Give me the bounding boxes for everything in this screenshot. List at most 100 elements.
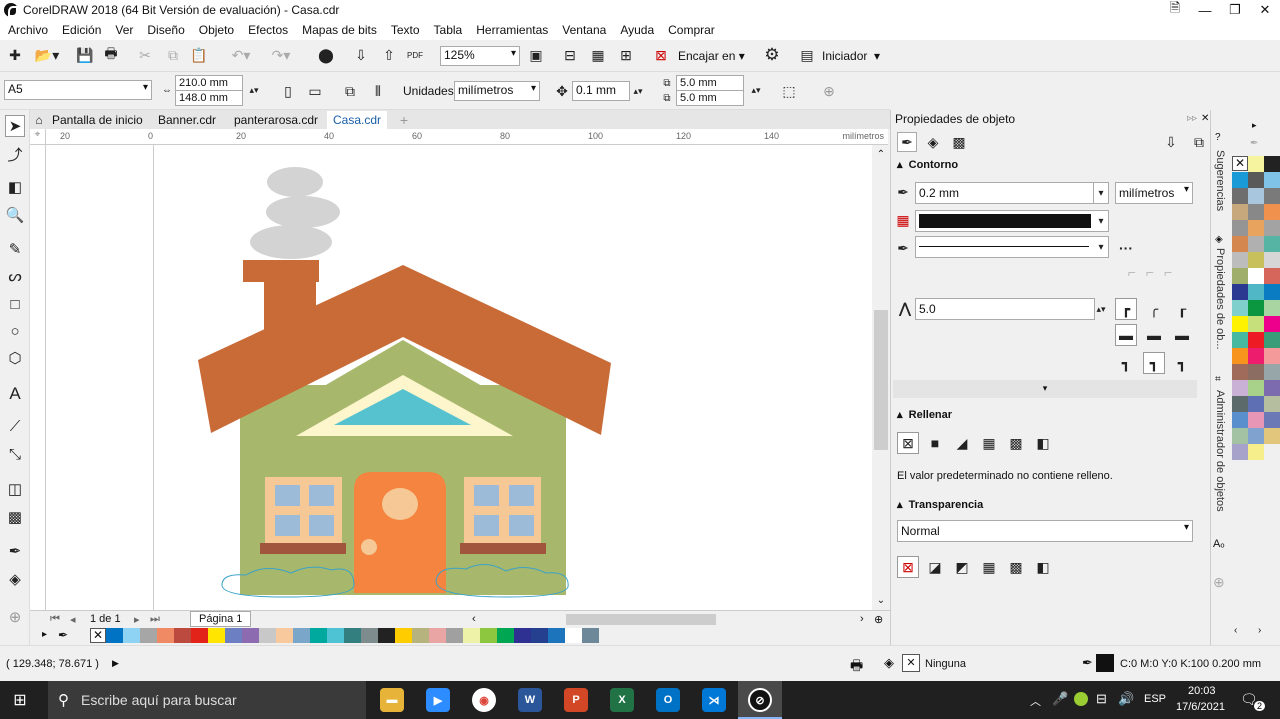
color-swatch[interactable] bbox=[1248, 172, 1264, 188]
color-swatch[interactable] bbox=[1264, 380, 1280, 396]
color-swatch[interactable] bbox=[1248, 380, 1264, 396]
color-swatch[interactable] bbox=[1264, 412, 1280, 428]
minimize-button[interactable]: — bbox=[1190, 0, 1220, 20]
panel-import-icon[interactable]: ⇩ bbox=[1161, 132, 1181, 152]
export-icon[interactable]: ⇧ bbox=[380, 46, 398, 64]
volume-icon[interactable]: 🔊 bbox=[1118, 691, 1134, 707]
menu-item-ventana[interactable]: Ventana bbox=[554, 23, 612, 37]
docker-tab-hints[interactable]: Sugerencias bbox=[1214, 150, 1226, 211]
zoom-app-icon[interactable]: ▶ bbox=[426, 688, 450, 712]
color-swatch[interactable] bbox=[1232, 172, 1248, 188]
crop-tool-icon[interactable]: ◧ bbox=[5, 176, 25, 198]
color-swatch[interactable] bbox=[1232, 380, 1248, 396]
color-swatch[interactable] bbox=[1264, 332, 1280, 348]
color-swatch[interactable] bbox=[565, 628, 582, 643]
line-style-select[interactable] bbox=[915, 236, 1109, 258]
clock-time[interactable]: 20:03 bbox=[1188, 685, 1216, 697]
scroll-up-icon[interactable]: ⌃ bbox=[874, 147, 888, 161]
color-swatch[interactable] bbox=[1264, 188, 1280, 204]
color-swatch[interactable] bbox=[1232, 220, 1248, 236]
color-swatch[interactable] bbox=[1248, 396, 1264, 412]
color-swatch[interactable] bbox=[1232, 396, 1248, 412]
color-swatch[interactable] bbox=[310, 628, 327, 643]
color-swatch[interactable] bbox=[293, 628, 310, 643]
cap-butt-icon[interactable]: ▬ bbox=[1115, 324, 1137, 346]
hscroll-left-icon[interactable]: ‹ bbox=[472, 613, 476, 625]
color-swatch[interactable] bbox=[106, 628, 123, 643]
hscroll-thumb[interactable] bbox=[566, 614, 716, 625]
color-swatch[interactable] bbox=[157, 628, 174, 643]
horizontal-ruler[interactable]: 20 0 20 40 60 80 100 120 140 milímetros bbox=[46, 129, 888, 145]
clock-date[interactable]: 17/6/2021 bbox=[1176, 701, 1225, 713]
file-explorer-icon[interactable]: ▬ bbox=[380, 688, 404, 712]
color-swatch[interactable] bbox=[1264, 172, 1280, 188]
color-swatch[interactable] bbox=[1232, 412, 1248, 428]
menu-item-archivo[interactable]: Archivo bbox=[0, 23, 54, 37]
fill-section-header[interactable]: ▴ Rellenar bbox=[897, 408, 952, 421]
fill-tab-icon[interactable]: ◈ bbox=[923, 132, 943, 152]
color-swatch[interactable] bbox=[208, 628, 225, 643]
zoom-corner-icon[interactable]: ⊕ bbox=[874, 613, 883, 626]
color-swatch[interactable] bbox=[1232, 204, 1248, 220]
artistic-media-icon[interactable]: ᔕ bbox=[5, 265, 25, 287]
color-swatch[interactable] bbox=[1264, 156, 1280, 172]
menu-item-edición[interactable]: Edición bbox=[54, 23, 107, 37]
color-swatch[interactable] bbox=[1264, 396, 1280, 412]
cap-round-icon[interactable]: ▬ bbox=[1143, 324, 1165, 346]
close-button[interactable]: ✕ bbox=[1250, 0, 1280, 20]
color-swatch[interactable] bbox=[1232, 332, 1248, 348]
next-page-icon[interactable]: ▸ bbox=[134, 613, 140, 626]
last-page-icon[interactable]: ⏭ bbox=[150, 613, 160, 626]
color-swatch[interactable] bbox=[480, 628, 497, 643]
color-swatch[interactable] bbox=[1264, 428, 1280, 444]
color-swatch[interactable] bbox=[378, 628, 395, 643]
color-swatch[interactable] bbox=[1232, 444, 1248, 460]
treat-as-filled-icon[interactable]: ⬚ bbox=[778, 80, 800, 102]
add-preset-icon[interactable]: ⊕ bbox=[818, 80, 840, 102]
color-swatch[interactable] bbox=[514, 628, 531, 643]
chimney-cap[interactable] bbox=[243, 260, 319, 282]
nudge-input[interactable]: 0.1 mm bbox=[572, 81, 630, 101]
outline-color-swatch[interactable] bbox=[1096, 654, 1114, 672]
menu-item-comprar[interactable]: Comprar bbox=[660, 23, 721, 37]
tab-banner[interactable]: Banner.cdr bbox=[152, 111, 222, 129]
color-swatch[interactable] bbox=[1264, 284, 1280, 300]
color-swatch[interactable] bbox=[1264, 236, 1280, 252]
color-swatch[interactable] bbox=[242, 628, 259, 643]
color-swatch[interactable] bbox=[1232, 316, 1248, 332]
snap-to-icon[interactable]: ⊠ bbox=[652, 46, 670, 64]
postscript-fill-icon[interactable]: ◧ bbox=[1032, 432, 1054, 454]
import-icon[interactable]: ⇩ bbox=[352, 46, 370, 64]
ellipse-tool-icon[interactable]: ○ bbox=[5, 320, 25, 342]
corner-round-icon[interactable]: ╭ bbox=[1143, 298, 1165, 320]
color-swatch[interactable] bbox=[1264, 252, 1280, 268]
house-drawing[interactable] bbox=[46, 145, 872, 610]
grid-icon[interactable]: ▦ bbox=[588, 46, 608, 64]
menu-item-herramientas[interactable]: Herramientas bbox=[468, 23, 554, 37]
menu-item-ayuda[interactable]: Ayuda bbox=[612, 23, 660, 37]
color-swatch[interactable] bbox=[1264, 204, 1280, 220]
word-icon[interactable]: W bbox=[518, 688, 542, 712]
fountain-transparency-icon[interactable]: ◩ bbox=[951, 556, 973, 578]
options-gear-icon[interactable]: ⚙ bbox=[762, 45, 782, 65]
tab-casa[interactable]: Casa.cdr bbox=[327, 111, 388, 129]
page-size-select[interactable]: A5 bbox=[4, 80, 152, 100]
color-swatch[interactable] bbox=[1248, 204, 1264, 220]
transparency-section-header[interactable]: ▴ Transparencia bbox=[897, 498, 983, 511]
line-style-dropdown[interactable]: ▾ bbox=[1093, 236, 1109, 258]
cap-style-icons[interactable]: ⌐⌐⌐ bbox=[1115, 262, 1195, 282]
page-height-input[interactable]: 148.0 mm bbox=[175, 90, 243, 106]
corner-bevel-icon[interactable]: ┎ bbox=[1171, 298, 1193, 320]
restore-button[interactable]: ❐ bbox=[1220, 0, 1250, 20]
drawing-canvas[interactable] bbox=[46, 145, 872, 610]
vscode-icon[interactable]: ⋊ bbox=[702, 688, 726, 712]
portrait-icon[interactable]: ▯ bbox=[280, 81, 296, 101]
vertical-scrollbar[interactable]: ⌃ ⌄ bbox=[872, 145, 890, 610]
color-swatch[interactable] bbox=[1264, 316, 1280, 332]
chrome-icon[interactable]: ◉ bbox=[472, 688, 496, 712]
outline-width-dropdown[interactable]: ▾ bbox=[1093, 182, 1109, 204]
color-swatch[interactable] bbox=[1248, 412, 1264, 428]
polygon-tool-icon[interactable]: ⬡ bbox=[5, 347, 25, 369]
tray-expand-icon[interactable]: ︿ bbox=[1030, 693, 1041, 709]
freehand-tool-icon[interactable]: ✎ bbox=[5, 238, 25, 260]
